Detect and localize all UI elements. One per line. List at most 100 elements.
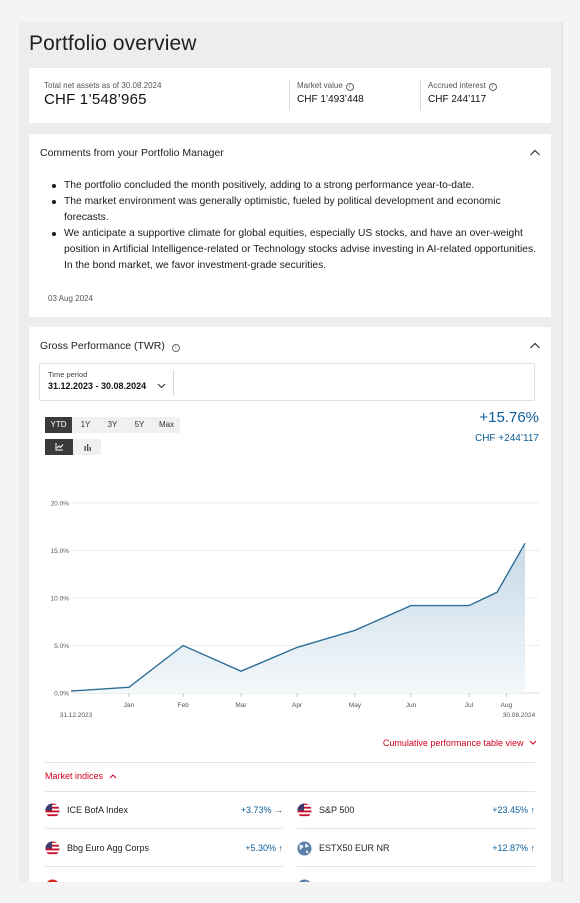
comments-title: Comments from your Portfolio Manager [40, 147, 224, 159]
comment-bullet: The market environment was generally opt… [52, 194, 537, 226]
accrued-interest: Accrued interest i CHF 244’117 [428, 81, 497, 105]
performance-card: Gross Performance (TWR) i Time period 31.… [29, 327, 551, 882]
row-divider [45, 828, 283, 829]
time-period-select[interactable]: Time period 31.12.2023 - 30.08.2024 [39, 363, 535, 401]
x-tick-label: Jul [465, 702, 474, 709]
start-date-label: 31.12.2023 [60, 712, 93, 719]
x-tick-label: Aug [501, 702, 513, 709]
market-index-name: ESTX50 EUR NR [319, 843, 390, 853]
comment-bullet: The portfolio concluded the month positi… [52, 178, 537, 194]
comment-date: 03 Aug 2024 [48, 294, 93, 303]
end-date-label: 30.08.2024 [503, 712, 536, 719]
globe-icon [297, 879, 312, 882]
market-index-row[interactable]: SMI +4.53% ↑ [45, 869, 283, 882]
comments-card: Comments from your Portfolio Manager The… [29, 134, 551, 317]
accrued-interest-label: Accrued interest [428, 81, 486, 90]
tab-max[interactable]: Max [153, 417, 180, 433]
info-icon[interactable]: i [171, 344, 180, 352]
chart-view-toggle [45, 439, 101, 455]
market-index-change: +4.85% → [493, 881, 535, 882]
market-index-name: Bbg Euro Agg Corps [67, 843, 150, 853]
row-divider [297, 866, 535, 867]
market-value-value: CHF 1’493’448 [297, 94, 364, 105]
net-assets-label: Total net assets as of 30.08.2024 [44, 81, 162, 90]
market-index-value: +23.45% [492, 805, 528, 815]
time-period-label: Time period [48, 370, 88, 379]
y-tick-label: 0.0% [54, 691, 69, 698]
market-index-name: ICE BofA Index [67, 805, 129, 815]
portfolio-overview-panel: Portfolio overview Total net assets as o… [19, 22, 563, 882]
market-index-row[interactable]: HFRX Glb Hedge Fd +4.85% → [297, 869, 535, 882]
trend-arrow-icon: ↑ [279, 881, 284, 882]
market-indices-toggle[interactable]: Market indices [45, 771, 117, 781]
row-divider [45, 866, 283, 867]
time-period-separator [173, 370, 174, 396]
globe-icon [297, 841, 312, 856]
market-index-value: +4.85% [493, 881, 524, 882]
market-index-name: HFRX Glb Hedge Fd [319, 881, 402, 882]
net-assets: Total net assets as of 30.08.2024 CHF 1’… [44, 81, 161, 108]
performance-amount: CHF +244’117 [474, 433, 539, 444]
market-index-change: +5.30% ↑ [245, 843, 283, 853]
x-tick-label: Apr [292, 702, 303, 709]
y-tick-label: 5.0% [54, 643, 69, 650]
summary-card: Total net assets as of 30.08.2024 CHF 1’… [29, 68, 551, 123]
trend-arrow-icon: ↑ [278, 843, 284, 853]
market-index-change: +12.87% ↑ [492, 843, 535, 853]
cumulative-table-link[interactable]: Cumulative performance table view [383, 738, 537, 748]
chevron-down-icon [157, 383, 166, 389]
chevron-up-icon [109, 774, 116, 779]
bar-chart-view-button[interactable] [73, 439, 101, 455]
market-index-row[interactable]: Bbg Euro Agg Corps +5.30% ↑ [45, 831, 283, 867]
trend-arrow-icon: ↑ [530, 843, 536, 853]
row-divider [297, 828, 535, 829]
market-index-row[interactable]: ICE BofA Index +3.73% → [45, 793, 283, 829]
market-index-name: SMI [67, 881, 83, 882]
net-assets-value: CHF 1’548’965 [44, 91, 147, 108]
x-tick-label: Feb [177, 702, 189, 709]
chevron-up-icon[interactable] [529, 148, 541, 157]
market-index-name: S&P 500 [319, 805, 355, 815]
tab-5y[interactable]: 5Y [126, 417, 153, 433]
tab-1y[interactable]: 1Y [72, 417, 99, 433]
market-index-change: +4.53% ↑ [245, 881, 283, 882]
tab-ytd[interactable]: YTD [45, 417, 72, 433]
y-tick-label: 10.0% [51, 596, 70, 603]
info-icon[interactable]: i [345, 83, 354, 91]
market-value: Market value i CHF 1’493’448 [297, 81, 364, 105]
time-period-value: 31.12.2023 - 30.08.2024 [48, 381, 147, 391]
line-chart-icon [55, 443, 63, 451]
accrued-interest-value: CHF 244’117 [428, 94, 487, 105]
summary-divider [289, 80, 290, 110]
market-indices-label: Market indices [45, 771, 104, 781]
y-tick-label: 15.0% [51, 548, 70, 555]
market-index-value: +5.30% [245, 843, 276, 853]
us-flag-icon [45, 841, 60, 856]
x-tick-label: May [349, 702, 362, 709]
chevron-up-icon[interactable] [529, 341, 541, 350]
tab-3y[interactable]: 3Y [99, 417, 126, 433]
info-icon[interactable]: i [488, 83, 497, 91]
market-index-row[interactable]: S&P 500 +23.45% ↑ [297, 793, 535, 829]
chevron-down-icon [529, 740, 537, 745]
us-flag-icon [45, 803, 60, 818]
performance-area [71, 543, 525, 693]
x-tick-label: Mar [235, 702, 247, 709]
y-tick-label: 20.0% [51, 501, 70, 508]
section-divider [45, 762, 535, 763]
performance-percentage: +15.76% [479, 409, 539, 426]
x-tick-label: Jun [406, 702, 417, 709]
cumulative-table-link-text: Cumulative performance table view [382, 738, 524, 748]
period-tabs: YTD 1Y 3Y 5Y Max [45, 417, 180, 433]
trend-arrow-icon: → [274, 805, 283, 815]
page-title: Portfolio overview [29, 32, 197, 55]
summary-divider [420, 80, 421, 110]
comment-bullet: We anticipate a supportive climate for g… [52, 226, 537, 274]
market-index-change: +3.73% → [241, 805, 283, 815]
market-value-label: Market value [297, 81, 343, 90]
area-chart-view-button[interactable] [45, 439, 73, 455]
market-index-row[interactable]: ESTX50 EUR NR +12.87% ↑ [297, 831, 535, 867]
performance-title-text: Gross Performance (TWR) [40, 340, 165, 352]
market-index-value: +3.73% [240, 805, 272, 815]
x-tick-label: Jan [124, 702, 135, 709]
